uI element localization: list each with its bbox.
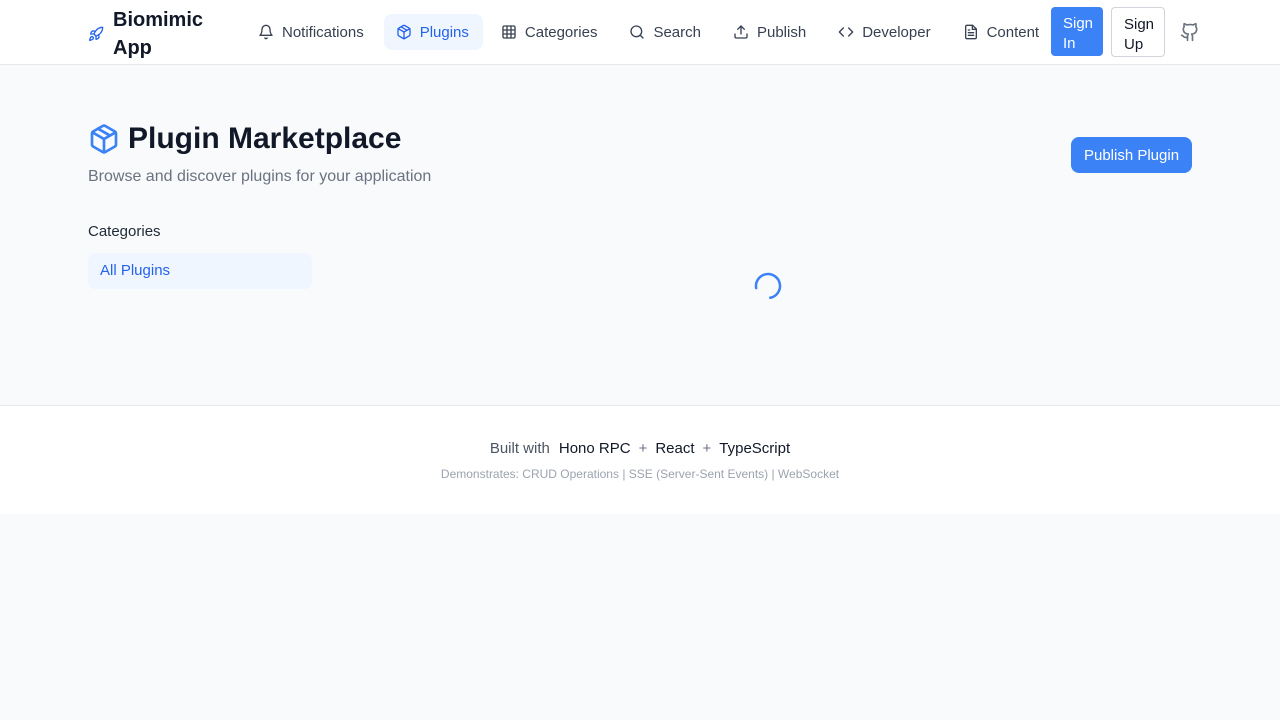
bell-icon [259, 24, 273, 40]
nav-categories[interactable]: Categories [489, 14, 612, 50]
nav-publish[interactable]: Publish [721, 14, 820, 50]
page-title: Plugin Marketplace [88, 121, 401, 157]
built-with-label: Built with [489, 440, 550, 457]
footer: Built with Hono RPC + React + TypeScript Demo… [0, 405, 1280, 514]
main-nav: Notifications Plugins Categories Search … [246, 14, 1053, 50]
plus-separator: + [638, 440, 648, 457]
grid-icon [502, 25, 516, 39]
nav-label: Developer [862, 23, 931, 41]
nav-content[interactable]: Content [951, 14, 1054, 50]
tech-typescript: TypeScript [719, 440, 791, 457]
plus-separator: + [702, 440, 712, 457]
code-icon [838, 27, 854, 37]
top-nav-bar: Biomimic App Notifications Plugins Categ… [0, 0, 1280, 65]
nav-search[interactable]: Search [617, 14, 715, 50]
upload-icon [734, 25, 748, 39]
package-icon [90, 124, 118, 154]
nav-label: Plugins [419, 23, 469, 41]
nav-developer[interactable]: Developer [826, 14, 944, 50]
search-icon [630, 25, 645, 39]
categories-heading: Categories [88, 223, 161, 240]
publish-plugin-button[interactable]: Publish Plugin [1071, 137, 1192, 173]
tech-react: React [655, 440, 695, 457]
nav-label: Notifications [282, 23, 364, 41]
rocket-icon [89, 26, 104, 41]
nav-label: Publish [756, 23, 807, 41]
brand[interactable]: Biomimic App [88, 6, 223, 62]
file-text-icon [964, 24, 977, 40]
nav-notifications[interactable]: Notifications [246, 14, 378, 50]
sign-up-button[interactable]: Sign Up [1111, 7, 1165, 57]
category-item-all-plugins[interactable]: All Plugins [88, 253, 312, 289]
nav-label: Content [986, 23, 1040, 41]
nav-label: Search [653, 23, 701, 41]
footer-built-with: Built with Hono RPC + React + TypeScript [0, 440, 1280, 457]
tech-hono: Hono RPC [558, 440, 631, 457]
page-heading: Plugin Marketplace [128, 122, 402, 155]
spinner-icon [754, 272, 782, 300]
package-icon [397, 24, 411, 40]
footer-demonstrates: Demonstrates: CRUD Operations | SSE (Ser… [440, 467, 840, 481]
page-subtitle: Browse and discover plugins for your app… [88, 168, 432, 185]
github-icon[interactable] [1180, 22, 1200, 42]
nav-label: Categories [524, 23, 598, 41]
brand-name: Biomimic App [113, 9, 204, 59]
sign-in-button[interactable]: Sign In [1051, 7, 1103, 56]
nav-plugins[interactable]: Plugins [383, 14, 483, 50]
